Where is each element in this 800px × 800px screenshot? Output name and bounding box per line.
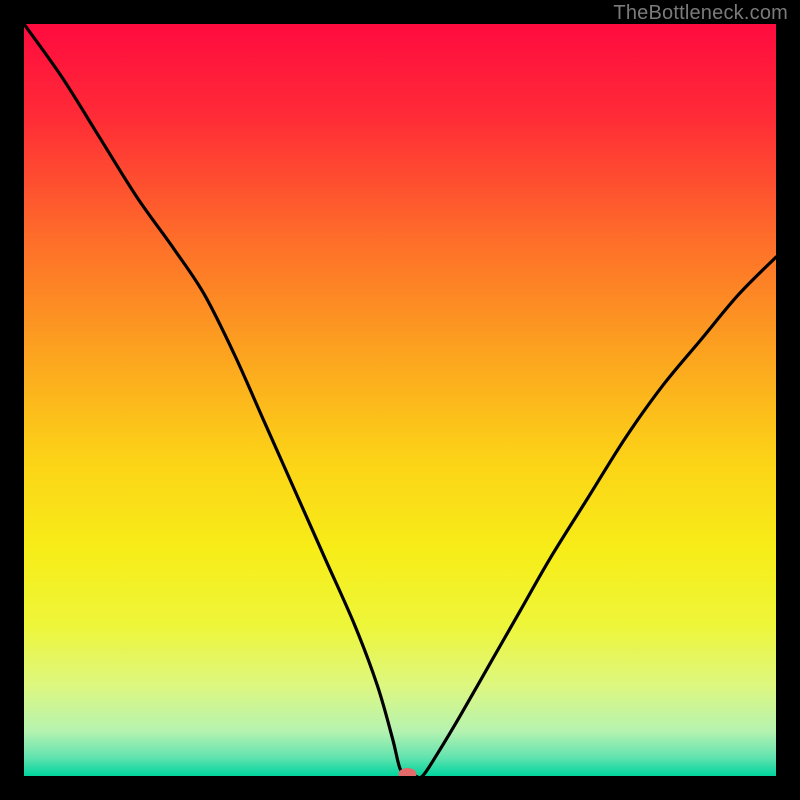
chart-svg (24, 24, 776, 776)
watermark-text: TheBottleneck.com (613, 2, 788, 25)
chart-frame: TheBottleneck.com (0, 0, 800, 800)
plot-area (24, 24, 776, 776)
gradient-background (24, 24, 776, 776)
